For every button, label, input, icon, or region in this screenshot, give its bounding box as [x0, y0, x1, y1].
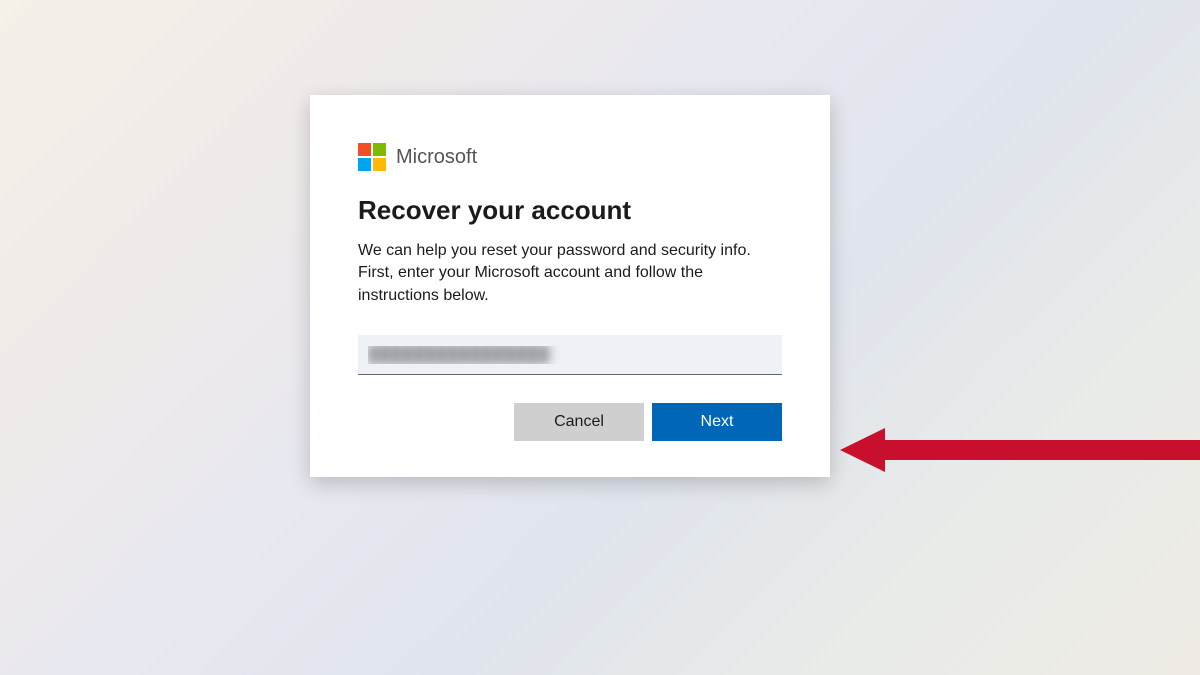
- cancel-button[interactable]: Cancel: [514, 403, 644, 441]
- next-button[interactable]: Next: [652, 403, 782, 441]
- account-email-input[interactable]: [358, 335, 782, 375]
- brand-name: Microsoft: [396, 146, 477, 169]
- microsoft-logo-icon: [358, 143, 386, 171]
- brand-row: Microsoft: [358, 143, 782, 171]
- dialog-body: We can help you reset your password and …: [358, 240, 782, 307]
- dialog-title: Recover your account: [358, 195, 782, 226]
- button-row: Cancel Next: [358, 403, 782, 441]
- arrow-annotation-icon: [840, 425, 1200, 475]
- recover-account-dialog: Microsoft Recover your account We can he…: [310, 95, 830, 477]
